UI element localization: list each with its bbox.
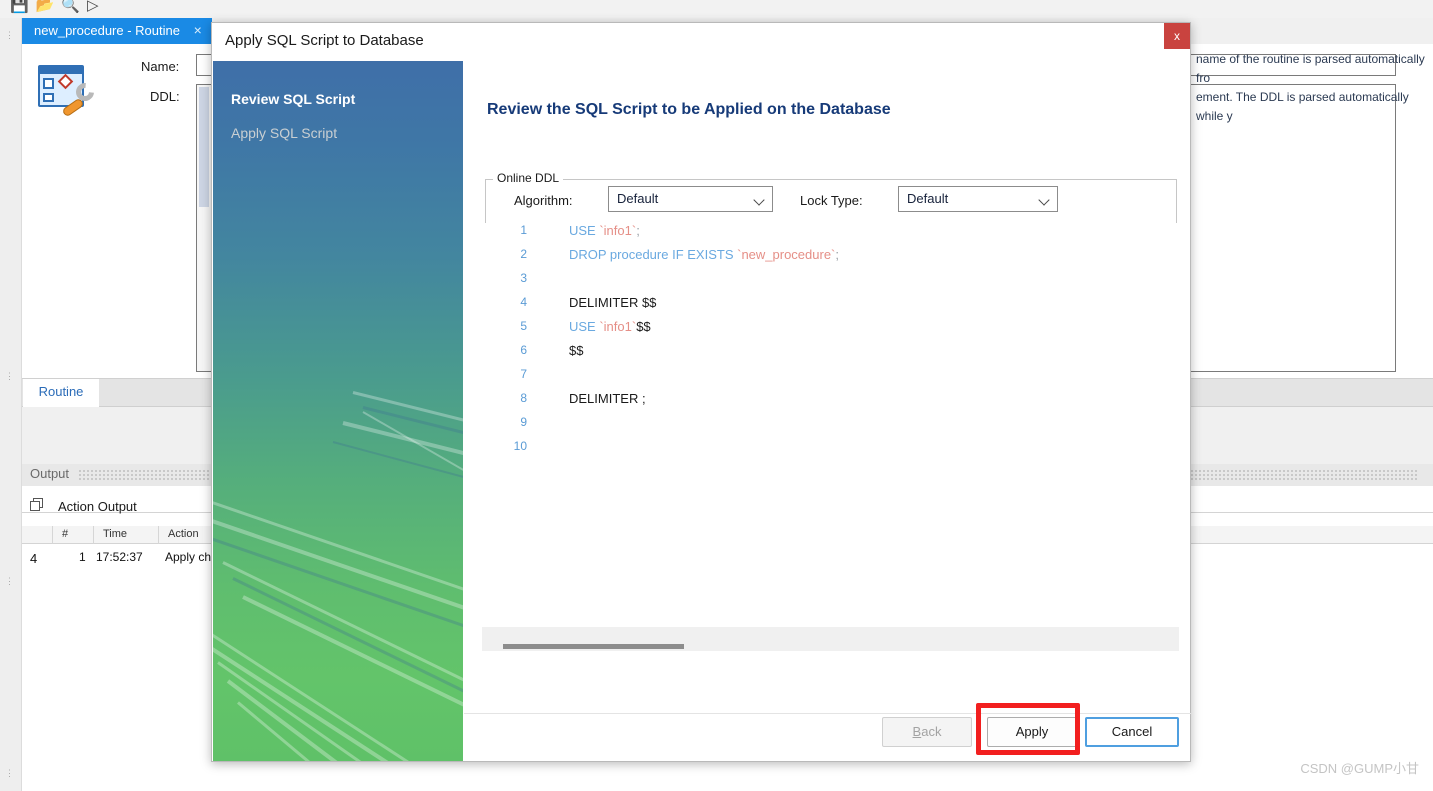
sidebar-item-label: Review SQL Script [231, 91, 356, 107]
ddl-label: DDL: [150, 89, 180, 104]
script-line: 7 [485, 367, 1177, 391]
line-code: DELIMITER $$ [569, 295, 657, 310]
ddl-hint-line-2: ement. The DDL is parsed automatically w… [1196, 90, 1409, 123]
table-row-num: 1 [79, 550, 86, 564]
rail-grip-top[interactable]: ⋮ [5, 31, 14, 40]
algorithm-value: Default [617, 191, 659, 206]
output-panel-title: Output [30, 466, 70, 481]
sidebar-item-review-sql-script[interactable]: Review SQL Script [231, 91, 355, 107]
close-icon[interactable]: x [1164, 23, 1190, 49]
ddl-hint-text: name of the routine is parsed automatica… [1196, 50, 1433, 126]
line-code: $$ [569, 343, 584, 358]
table-row-time: 17:52:37 [96, 550, 143, 564]
script-line: 1 USE `info1`; [485, 223, 1177, 247]
output-col-num: # [62, 528, 69, 540]
back-button-label: Back [912, 724, 942, 739]
line-number: 1 [520, 223, 527, 237]
line-code: DELIMITER ; [569, 391, 646, 406]
name-label: Name: [141, 59, 180, 74]
line-number: 7 [520, 367, 527, 381]
dialog-titlebar: Apply SQL Script to Database [212, 23, 1190, 61]
line-code: USE `info1`; [569, 223, 640, 238]
dialog-step-sidebar: Review SQL Script Apply SQL Script [213, 61, 463, 761]
line-code: DROP procedure IF EXISTS `new_procedure`… [569, 247, 840, 262]
dialog-title: Apply SQL Script to Database [225, 32, 424, 49]
line-number: 10 [513, 439, 527, 453]
panels-icon [30, 498, 44, 512]
line-number: 5 [520, 319, 527, 333]
script-line: 4 DELIMITER $$ [485, 295, 1177, 319]
lock-type-value: Default [907, 191, 949, 206]
script-line: 9 [485, 415, 1177, 439]
line-number: 9 [520, 415, 527, 429]
sidebar-item-label: Apply SQL Script [231, 125, 338, 141]
chevron-down-icon [1038, 194, 1050, 206]
output-row-marker: 4 [30, 551, 38, 566]
line-number: 3 [520, 271, 527, 285]
rail-grip-low[interactable]: ⋮ [5, 577, 14, 586]
tab-new-procedure-routine[interactable]: new_procedure - Routine × [22, 18, 212, 44]
routine-wrench-icon [36, 63, 98, 119]
line-number: 8 [520, 391, 527, 405]
line-number: 2 [520, 247, 527, 261]
action-output-label[interactable]: Action Output [58, 499, 137, 514]
script-line: 3 [485, 271, 1177, 295]
rail-grip-mid[interactable]: ⋮ [5, 372, 14, 381]
script-line: 10 [485, 439, 1177, 463]
table-row-action: Apply ch [165, 550, 212, 564]
line-code: USE `info1`$$ [569, 319, 651, 334]
script-line: 8 DELIMITER ; [485, 391, 1177, 415]
rail-grip-bottom[interactable]: ⋮ [5, 769, 14, 778]
footer-divider [464, 713, 1191, 714]
toolbar-icon-group[interactable]: 💾📂🔍▷ [10, 0, 106, 14]
sql-script-viewer[interactable]: 1 USE `info1`; 2 DROP procedure IF EXISTS `… [485, 223, 1177, 623]
ddl-scrollbar-thumb[interactable] [199, 87, 209, 207]
online-ddl-legend: Online DDL [493, 171, 564, 185]
tab-label: new_procedure - Routine [34, 23, 180, 38]
left-rail: ⋮ ⋮ ⋮ ⋮ [0, 18, 22, 791]
cancel-button[interactable]: Cancel [1085, 717, 1179, 747]
watermark: CSDN @GUMP小甘 [1300, 761, 1419, 776]
chevron-down-icon [753, 194, 765, 206]
algorithm-select[interactable]: Default [608, 186, 773, 212]
apply-button[interactable]: Apply [987, 717, 1077, 747]
script-line: 2 DROP procedure IF EXISTS `new_procedure… [485, 247, 1177, 271]
output-col-time: Time [103, 528, 128, 540]
ddl-hint-line-1: name of the routine is parsed automatica… [1196, 52, 1425, 85]
app-toolbar: 💾📂🔍▷ [0, 0, 1433, 18]
line-number: 4 [520, 295, 527, 309]
subtab-routine[interactable]: Routine [23, 379, 99, 407]
algorithm-label: Algorithm: [514, 193, 573, 208]
screen-root: 💾📂🔍▷ ⋮ ⋮ ⋮ ⋮ new_procedure - Routine × N… [0, 0, 1433, 791]
lock-type-select[interactable]: Default [898, 186, 1058, 212]
output-col-action: Action [168, 528, 199, 540]
script-line: 5 USE `info1`$$ [485, 319, 1177, 343]
script-line: 6 $$ [485, 343, 1177, 367]
script-hscrollbar-thumb[interactable] [503, 644, 684, 649]
back-button: Back [882, 717, 972, 747]
apply-sql-script-dialog: Apply SQL Script to Database x Review SQ… [211, 22, 1191, 762]
sidebar-item-apply-sql-script[interactable]: Apply SQL Script [231, 125, 337, 141]
page-title: Review the SQL Script to be Applied on t… [487, 101, 891, 118]
line-number: 6 [520, 343, 527, 357]
close-icon[interactable]: × [194, 22, 202, 38]
lock-type-label: Lock Type: [800, 193, 863, 208]
